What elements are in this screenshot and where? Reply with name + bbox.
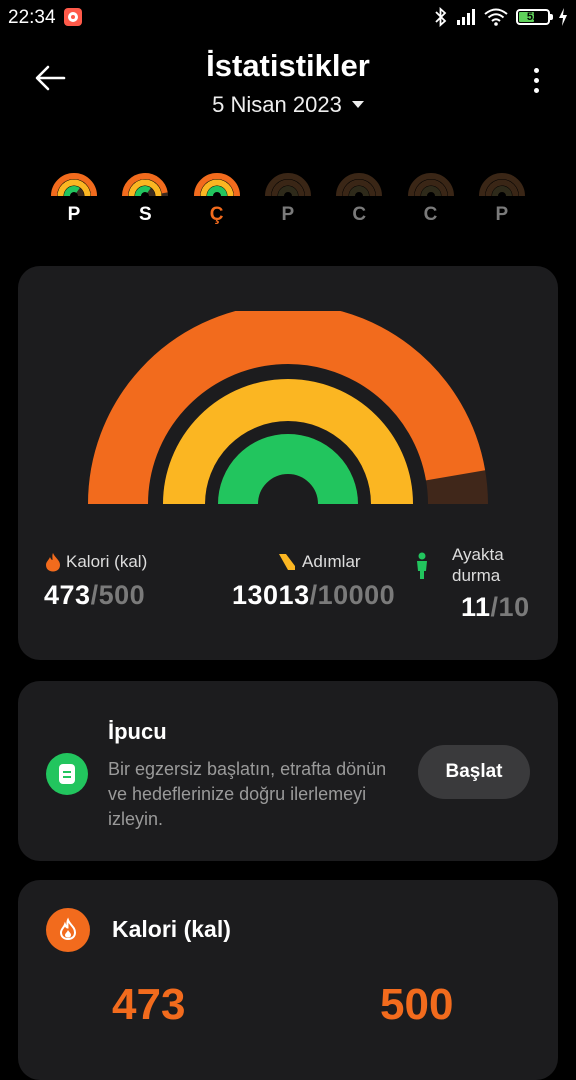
battery-icon: 52 (516, 9, 553, 25)
day-rings-icon (51, 173, 97, 196)
more-vert-icon (534, 68, 539, 73)
bluetooth-icon (435, 7, 447, 27)
tip-body: Bir egzersiz başlatın, etrafta dönün ve … (108, 759, 387, 829)
clipboard-icon (46, 753, 88, 795)
day-letter: S (138, 204, 152, 225)
tip-card: İpucu Bir egzersiz başlatın, etrafta dön… (18, 681, 558, 861)
day-rings-icon (336, 173, 383, 196)
calories-goal: /500 (90, 580, 146, 610)
standing-label-line1: Ayakta (452, 545, 504, 564)
day-2[interactable]: Ç (187, 170, 247, 226)
screen-record-icon (64, 8, 82, 26)
day-letter: C (352, 204, 367, 225)
day-rings-icon (407, 173, 454, 196)
day-5[interactable]: C (401, 170, 461, 226)
day-rings-icon (478, 173, 525, 196)
calories-stat: Kalori (kal) 473/500 (44, 552, 147, 611)
calorie-detail-card[interactable]: Kalori (kal) 473 500 (18, 880, 558, 1080)
shoe-icon (279, 554, 295, 570)
flame-icon (46, 908, 90, 952)
day-letter: P (281, 204, 295, 225)
calories-label: Kalori (kal) (66, 552, 148, 571)
page-title: İstatistikler (206, 48, 370, 83)
standing-value: 11 (461, 592, 491, 622)
calorie-card-goal: 500 (380, 980, 454, 1029)
day-3[interactable]: P (258, 170, 318, 226)
signal-icon (457, 9, 475, 25)
day-rings-icon (264, 173, 311, 196)
more-options-button[interactable] (526, 68, 546, 96)
day-rings-icon (122, 173, 169, 196)
day-letter: Ç (209, 204, 224, 225)
date-selector[interactable]: 5 Nisan 2023 (0, 92, 576, 118)
wifi-icon (484, 8, 508, 26)
date-label: 5 Nisan 2023 (212, 92, 342, 117)
standing-ring (218, 434, 358, 506)
battery-percent: 52 (526, 11, 540, 23)
day-4[interactable]: C (329, 170, 389, 226)
day-letter: P (495, 204, 509, 225)
standing-stat: Ayakta durma 11/10 (412, 544, 542, 623)
status-icons: 52 (434, 6, 568, 28)
caret-down-icon (351, 100, 364, 108)
header: İstatistikler 5 Nisan 2023 (0, 36, 576, 136)
steps-stat: Adımlar 13013/10000 (232, 552, 395, 611)
standing-person-icon (417, 552, 427, 579)
steps-label: Adımlar (302, 552, 361, 571)
calorie-card-value: 473 (112, 980, 186, 1029)
day-letter: C (423, 204, 438, 225)
steps-value: 13013 (232, 580, 310, 610)
status-time: 22:34 (8, 7, 56, 28)
start-workout-button[interactable]: Başlat (418, 745, 530, 799)
charging-icon (559, 8, 567, 26)
day-6[interactable]: P (472, 170, 532, 226)
flame-icon (46, 553, 60, 572)
tip-title: İpucu (108, 719, 167, 744)
day-letter: P (67, 204, 81, 225)
day-1[interactable]: S (115, 170, 175, 226)
steps-goal: /10000 (309, 580, 396, 610)
activity-rings (88, 311, 488, 506)
standing-goal: /10 (490, 592, 530, 622)
day-rings-icon (193, 173, 240, 196)
status-bar: 22:34 52 (0, 0, 576, 36)
week-selector: PSÇPCCP (0, 170, 576, 240)
calorie-card-title: Kalori (kal) (112, 916, 231, 942)
standing-label-line2: durma (452, 566, 501, 585)
activity-summary-card: Kalori (kal) 473/500 Adımlar 13013/10000… (18, 266, 558, 660)
calories-value: 473 (44, 580, 91, 610)
day-0[interactable]: P (44, 170, 104, 226)
